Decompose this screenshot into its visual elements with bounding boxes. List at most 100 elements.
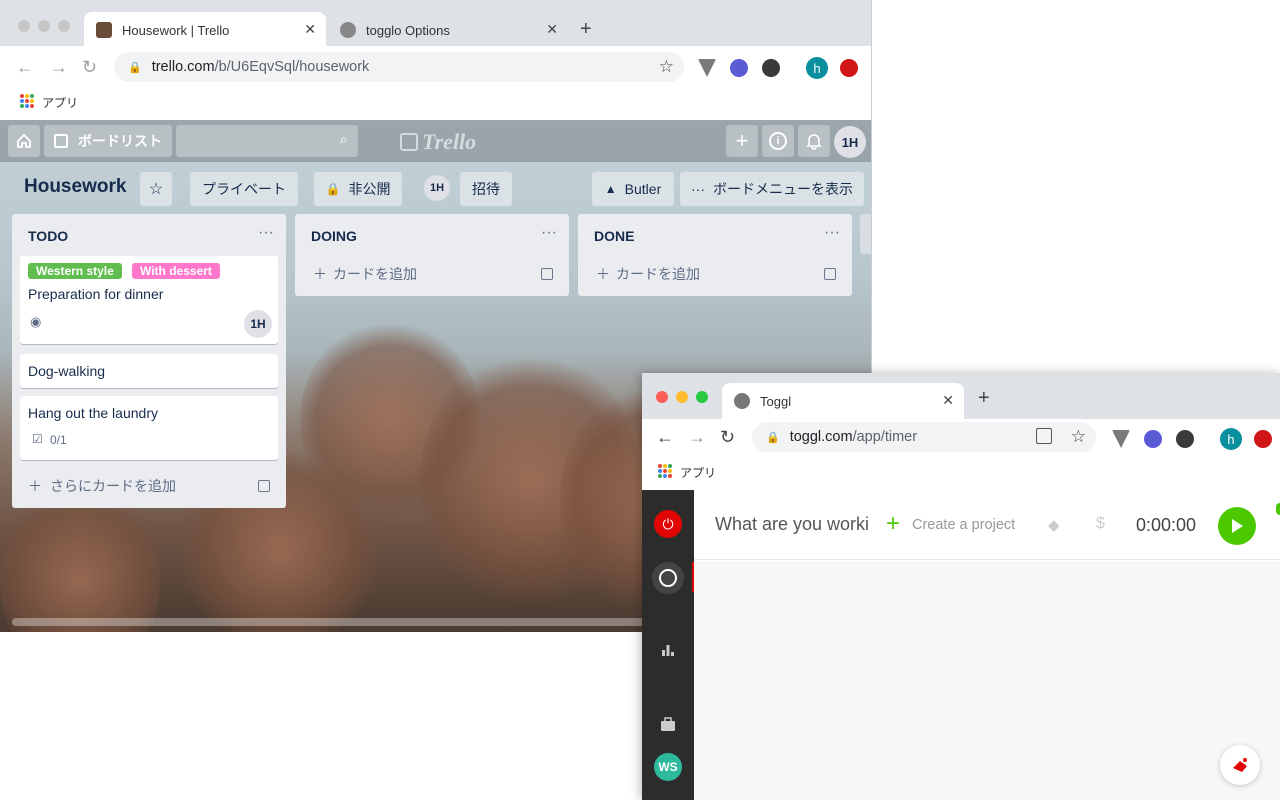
tag-icon[interactable]: ◆ (1048, 516, 1060, 534)
extension-stop-icon[interactable] (840, 59, 858, 77)
address-bar[interactable]: 🔒 trello.com/b/U6EqvSql/housework ☆ (114, 52, 684, 82)
new-tab-icon[interactable]: + (978, 387, 990, 410)
list-menu-icon[interactable]: ··· (541, 224, 557, 242)
reload-icon[interactable]: ↻ (720, 427, 735, 448)
zoom-window-button[interactable] (58, 20, 70, 32)
reports-nav-button[interactable] (654, 635, 682, 663)
create-project-button[interactable]: Create a project (912, 517, 1015, 533)
add-card-button[interactable]: カードを追加 (616, 264, 700, 284)
bookmark-star-icon[interactable]: ☆ (1071, 427, 1086, 447)
card-template-icon[interactable] (541, 268, 553, 280)
help-chat-button[interactable] (1220, 745, 1260, 785)
minimize-window-button[interactable] (676, 391, 688, 403)
forward-icon[interactable]: → (50, 57, 68, 78)
back-icon[interactable]: ← (16, 57, 34, 78)
start-timer-button[interactable] (1218, 507, 1256, 545)
list-menu-icon[interactable]: ··· (258, 224, 274, 242)
extension-togglo-icon[interactable] (1176, 430, 1194, 448)
extension-togglo-icon[interactable] (762, 59, 780, 77)
card-label[interactable]: Western style (28, 263, 122, 279)
tab-togglo-options[interactable]: togglo Options ✕ (328, 12, 568, 48)
list-todo: TODO ··· Western style With dessert Prep… (12, 214, 286, 508)
trello-logo[interactable]: Trello (400, 129, 476, 155)
close-tab-icon[interactable]: ✕ (304, 21, 316, 38)
user-avatar[interactable]: 1H (834, 126, 866, 158)
bookmarks-bar: アプリ (0, 90, 871, 118)
extension-vee-icon[interactable] (698, 59, 716, 77)
apps-bookmark-label[interactable]: アプリ (42, 94, 78, 111)
list-title[interactable]: DONE (594, 228, 634, 244)
description-input[interactable]: What are you worki (715, 514, 869, 535)
add-card-button[interactable]: カードを追加 (333, 264, 417, 284)
tab-strip: Toggl ✕ + (642, 373, 1280, 419)
extension-stop-icon[interactable] (1254, 430, 1272, 448)
workspace-avatar[interactable]: WS (654, 753, 682, 781)
reload-icon[interactable]: ↻ (82, 57, 97, 78)
card-template-icon[interactable] (824, 268, 836, 280)
close-tab-icon[interactable]: ✕ (942, 392, 954, 409)
url-path: /b/U6EqvSql/housework (214, 59, 370, 75)
card-label[interactable]: With dessert (132, 263, 220, 279)
back-icon[interactable]: ← (656, 427, 674, 448)
card-hang-out-the-laundry[interactable]: Hang out the laundry ☑ 0/1 (20, 396, 278, 460)
star-board-button[interactable]: ☆ (140, 172, 172, 206)
board-search-input[interactable]: ⌕ (176, 125, 358, 157)
close-window-button[interactable] (656, 391, 668, 403)
home-button[interactable] (8, 125, 40, 157)
board-member-avatar[interactable]: 1H (424, 175, 450, 201)
tab-trello[interactable]: Housework | Trello ✕ (84, 12, 326, 48)
add-card-plus-icon[interactable]: ＋ (313, 264, 327, 284)
close-tab-icon[interactable]: ✕ (546, 21, 558, 38)
board-title[interactable]: Housework (24, 176, 126, 198)
zoom-window-button[interactable] (696, 391, 708, 403)
url-path: /app/timer (852, 429, 918, 445)
timer-nav-button[interactable] (652, 562, 684, 594)
manual-mode-toggle[interactable] (1276, 503, 1280, 515)
bookmark-star-icon[interactable]: ☆ (659, 57, 674, 77)
apps-icon[interactable] (658, 464, 672, 478)
profile-avatar-icon[interactable]: h (806, 57, 828, 79)
translate-icon[interactable] (1036, 428, 1052, 444)
home-icon (17, 133, 31, 148)
extension-check-icon[interactable] (730, 59, 748, 77)
add-card-plus-icon[interactable]: ＋ (28, 476, 42, 496)
add-card-plus-icon[interactable]: ＋ (596, 264, 610, 284)
forward-icon[interactable]: → (688, 427, 706, 448)
billable-dollar-icon[interactable]: $ (1096, 515, 1105, 533)
apps-bookmark-label[interactable]: アプリ (680, 464, 716, 481)
show-menu-button[interactable]: ··· ボードメニューを表示 (680, 172, 864, 206)
timer-display[interactable]: 0:00:00 (1136, 515, 1196, 536)
card-member-avatar[interactable]: 1H (244, 310, 272, 338)
list-title[interactable]: DOING (311, 228, 357, 244)
horizontal-scrollbar[interactable] (12, 618, 652, 626)
projects-nav-button[interactable] (654, 710, 682, 738)
toggl-logo-power-icon[interactable]: ⏻ (654, 510, 682, 538)
list-menu-icon[interactable]: ··· (824, 224, 840, 242)
show-menu-label: ボードメニューを表示 (713, 181, 853, 197)
extension-check-icon[interactable] (1144, 430, 1162, 448)
card-preparation-for-dinner[interactable]: Western style With dessert Preparation f… (20, 256, 278, 344)
tab-title: togglo Options (366, 22, 450, 38)
butler-button[interactable]: ▲ Butler (592, 172, 674, 206)
minimize-window-button[interactable] (38, 20, 50, 32)
card-dog-walking[interactable]: Dog-walking (20, 354, 278, 388)
create-button[interactable]: + (726, 125, 758, 157)
new-tab-icon[interactable]: + (580, 18, 592, 41)
add-card-button[interactable]: さらにカードを追加 (50, 476, 176, 496)
tab-toggl[interactable]: Toggl ✕ (722, 383, 964, 419)
card-template-icon[interactable] (258, 480, 270, 492)
team-visibility-button[interactable]: プライベート (190, 172, 298, 206)
extension-vee-icon[interactable] (1112, 430, 1130, 448)
profile-avatar-icon[interactable]: h (1220, 428, 1242, 450)
list-title[interactable]: TODO (28, 228, 68, 244)
boards-button[interactable]: ボードリスト (44, 125, 172, 157)
info-button[interactable]: i (762, 125, 794, 157)
invite-button[interactable]: 招待 (460, 172, 512, 206)
notifications-button[interactable] (798, 125, 830, 157)
browser-toolbar: ← → ↻ 🔒 trello.com/b/U6EqvSql/housework … (0, 46, 871, 90)
privacy-button[interactable]: 🔒 非公開 (314, 172, 402, 206)
address-bar[interactable]: 🔒 toggl.com/app/timer ☆ (752, 422, 1096, 452)
close-window-button[interactable] (18, 20, 30, 32)
apps-icon[interactable] (20, 94, 34, 108)
add-project-icon[interactable]: + (886, 510, 900, 538)
